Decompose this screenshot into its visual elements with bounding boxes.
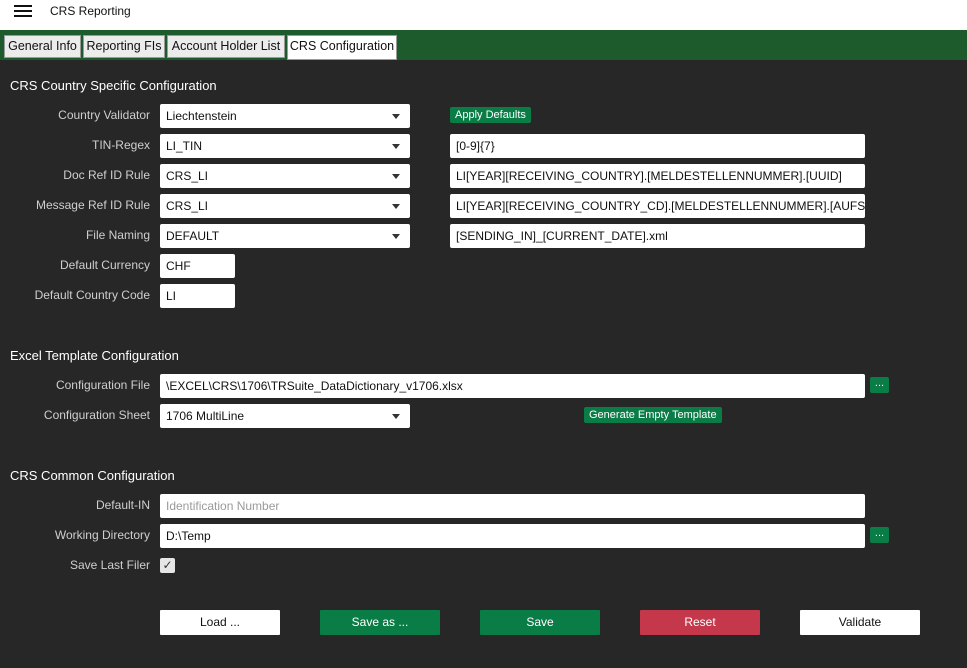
default-country-code-field[interactable]: LI xyxy=(160,284,235,308)
chevron-down-icon xyxy=(392,414,400,419)
apply-defaults-button[interactable]: Apply Defaults xyxy=(450,107,531,123)
validate-button[interactable]: Validate xyxy=(800,610,920,635)
working-directory-browse-button[interactable]: ... xyxy=(870,527,889,543)
working-directory-label: Working Directory xyxy=(54,528,150,542)
save-as-button[interactable]: Save as ... xyxy=(320,610,440,635)
message-ref-id-pattern-field[interactable]: LI[YEAR][RECEIVING_COUNTRY_CD].[MELDESTE… xyxy=(450,194,865,218)
tab-reporting-fis[interactable]: Reporting FIs xyxy=(83,35,165,58)
configuration-file-label: Configuration File xyxy=(55,378,150,392)
chevron-down-icon xyxy=(392,174,400,179)
message-ref-id-rule-select[interactable]: CRS_LI xyxy=(160,194,410,218)
tab-account-holder-list[interactable]: Account Holder List xyxy=(167,35,285,58)
default-country-code-label: Default Country Code xyxy=(34,288,150,302)
hamburger-menu-icon[interactable] xyxy=(14,5,32,19)
default-in-label: Default-IN xyxy=(95,498,150,512)
message-ref-id-rule-value: CRS_LI xyxy=(166,199,209,213)
configuration-sheet-value: 1706 MultiLine xyxy=(166,409,245,423)
load-button[interactable]: Load ... xyxy=(160,610,280,635)
tin-regex-select[interactable]: LI_TIN xyxy=(160,134,410,158)
chevron-down-icon xyxy=(392,144,400,149)
save-last-filer-checkbox[interactable]: ✓ xyxy=(160,558,175,573)
reset-button[interactable]: Reset xyxy=(640,610,760,635)
country-config-title: CRS Country Specific Configuration xyxy=(10,78,217,93)
doc-ref-id-rule-select[interactable]: CRS_LI xyxy=(160,164,410,188)
configuration-sheet-label: Configuration Sheet xyxy=(43,408,150,422)
common-config-title: CRS Common Configuration xyxy=(10,468,175,483)
chevron-down-icon xyxy=(392,114,400,119)
save-last-filer-label: Save Last Filer xyxy=(69,558,150,572)
excel-config-title: Excel Template Configuration xyxy=(10,348,179,363)
generate-empty-template-button[interactable]: Generate Empty Template xyxy=(584,407,722,423)
save-button[interactable]: Save xyxy=(480,610,600,635)
tin-regex-value: LI_TIN xyxy=(166,139,203,153)
default-in-field[interactable]: Identification Number xyxy=(160,494,865,518)
working-directory-field[interactable]: D:\Temp xyxy=(160,524,865,548)
configuration-file-field[interactable]: \EXCEL\CRS\1706\TRSuite_DataDictionary_v… xyxy=(160,374,865,398)
tin-regex-pattern-field[interactable]: [0-9]{7} xyxy=(450,134,865,158)
message-ref-id-rule-label: Message Ref ID Rule xyxy=(35,198,150,212)
file-naming-value: DEFAULT xyxy=(166,229,220,243)
doc-ref-id-rule-value: CRS_LI xyxy=(166,169,209,183)
default-currency-label: Default Currency xyxy=(59,258,150,272)
doc-ref-id-rule-label: Doc Ref ID Rule xyxy=(63,168,150,182)
tab-bar: General Info Reporting FIs Account Holde… xyxy=(0,30,967,60)
configuration-sheet-select[interactable]: 1706 MultiLine xyxy=(160,404,410,428)
file-naming-select[interactable]: DEFAULT xyxy=(160,224,410,248)
country-validator-select[interactable]: Liechtenstein xyxy=(160,104,410,128)
file-naming-label: File Naming xyxy=(85,228,150,242)
doc-ref-id-pattern-field[interactable]: LI[YEAR][RECEIVING_COUNTRY].[MELDESTELLE… xyxy=(450,164,865,188)
country-validator-label: Country Validator xyxy=(58,108,150,122)
tab-general-info[interactable]: General Info xyxy=(4,35,81,58)
country-validator-value: Liechtenstein xyxy=(166,109,237,123)
tin-regex-label: TIN-Regex xyxy=(91,138,150,152)
title-bar: CRS Reporting xyxy=(0,0,967,30)
app-title: CRS Reporting xyxy=(50,4,131,18)
tab-crs-configuration[interactable]: CRS Configuration xyxy=(287,35,397,60)
chevron-down-icon xyxy=(392,204,400,209)
configuration-file-browse-button[interactable]: ... xyxy=(870,377,889,393)
file-naming-pattern-field[interactable]: [SENDING_IN]_[CURRENT_DATE].xml xyxy=(450,224,865,248)
chevron-down-icon xyxy=(392,234,400,239)
default-currency-field[interactable]: CHF xyxy=(160,254,235,278)
